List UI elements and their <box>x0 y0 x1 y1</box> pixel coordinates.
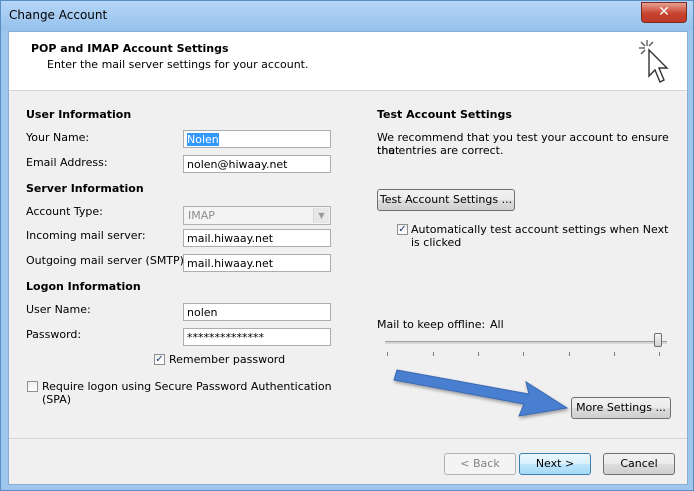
test-account-settings-button[interactable]: Test Account Settings ... <box>377 189 515 211</box>
email-address-label: Email Address: <box>26 156 108 169</box>
user-name-label: User Name: <box>26 303 91 316</box>
user-info-heading: User Information <box>26 108 132 121</box>
email-address-input[interactable]: nolen@hiwaay.net <box>183 155 331 173</box>
incoming-server-label: Incoming mail server: <box>26 229 146 242</box>
header-subtitle: Enter the mail server settings for your … <box>47 58 309 71</box>
account-type-label: Account Type: <box>26 205 103 218</box>
cursor-sparkle-icon <box>639 40 669 83</box>
outgoing-server-input[interactable]: mail.hiwaay.net <box>183 254 331 272</box>
offline-slider-thumb[interactable] <box>654 333 662 347</box>
back-button[interactable]: < Back <box>444 453 516 475</box>
dialog-header: POP and IMAP Account Settings Enter the … <box>9 32 687 91</box>
slider-tick <box>659 352 660 356</box>
logon-info-heading: Logon Information <box>26 280 141 293</box>
account-type-select: IMAP ▼ <box>183 206 331 225</box>
window-title: Change Account <box>9 8 108 22</box>
outgoing-server-label: Outgoing mail server (SMTP): <box>26 254 188 267</box>
checkmark-icon: ✓ <box>155 354 164 365</box>
slider-tick <box>387 352 388 356</box>
close-icon: ✕ <box>658 4 670 20</box>
auto-test-checkbox[interactable]: ✓ <box>397 224 408 235</box>
your-name-input[interactable]: Nolen <box>183 130 331 148</box>
offline-value: All <box>490 318 504 331</box>
annotation-arrow-icon <box>393 369 569 417</box>
account-type-value: IMAP <box>188 209 215 222</box>
chevron-down-icon: ▼ <box>313 208 329 223</box>
checkmark-icon: ✓ <box>398 224 407 235</box>
more-settings-button[interactable]: More Settings ... <box>571 397 671 419</box>
header-title: POP and IMAP Account Settings <box>31 42 229 55</box>
auto-test-label-line2: is clicked <box>411 236 462 249</box>
footer-divider <box>9 438 687 439</box>
test-settings-heading: Test Account Settings <box>377 108 512 121</box>
offline-label: Mail to keep offline: <box>377 318 486 331</box>
offline-slider-track[interactable] <box>385 341 667 344</box>
your-name-label: Your Name: <box>26 131 90 144</box>
spa-label-line2: (SPA) <box>42 393 72 406</box>
dialog-client: POP and IMAP Account Settings Enter the … <box>8 31 688 485</box>
close-button[interactable]: ✕ <box>641 2 687 23</box>
title-bar[interactable]: Change Account ✕ <box>1 1 693 31</box>
test-desc-line2: the entries are correct. <box>377 144 504 157</box>
incoming-server-input[interactable]: mail.hiwaay.net <box>183 229 331 247</box>
user-name-input[interactable]: nolen <box>183 303 331 321</box>
spa-label-line1: Require logon using Secure Password Auth… <box>42 380 332 393</box>
server-info-heading: Server Information <box>26 182 144 195</box>
password-input[interactable]: ************** <box>183 328 331 346</box>
cancel-button[interactable]: Cancel <box>603 453 675 475</box>
auto-test-label-line1: Automatically test account settings when… <box>411 223 669 236</box>
change-account-window: Change Account ✕ POP and IMAP Account Se… <box>0 0 694 491</box>
remember-password-checkbox[interactable]: ✓ <box>154 354 165 365</box>
password-label: Password: <box>26 328 82 341</box>
next-button[interactable]: Next > <box>519 453 591 475</box>
spa-checkbox[interactable] <box>27 381 38 392</box>
slider-tick <box>614 352 615 356</box>
remember-password-label: Remember password <box>169 353 286 366</box>
